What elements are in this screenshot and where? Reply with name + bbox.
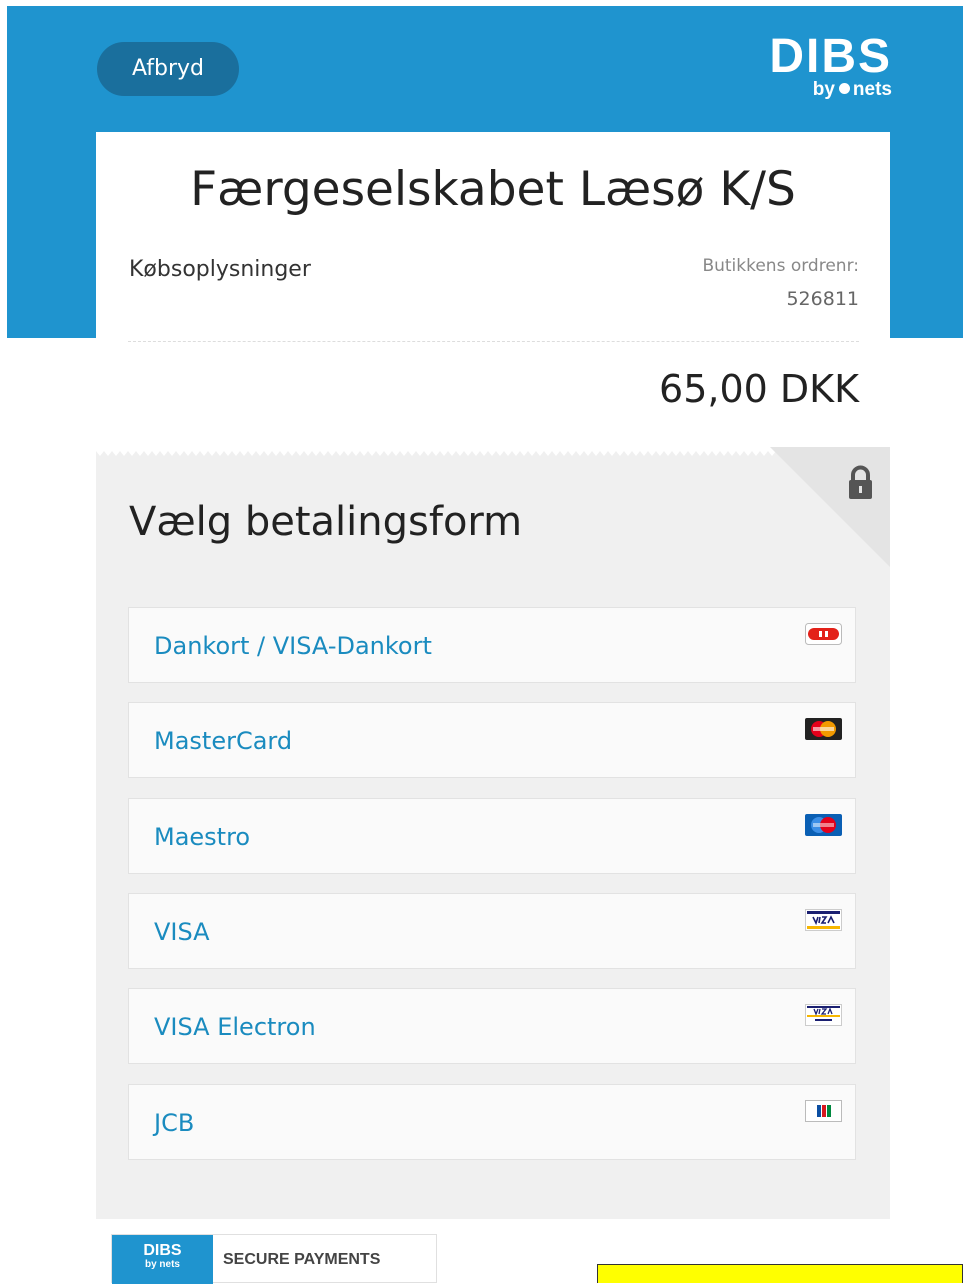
mastercard-logo-icon xyxy=(805,718,842,740)
nets-dot-icon xyxy=(838,83,850,94)
secure-payments-text: SECURE PAYMENTS xyxy=(223,1251,381,1268)
dibs-logo-nets: nets xyxy=(852,79,892,100)
dankort-logo-icon xyxy=(805,623,842,645)
payment-method-label: Dankort / VISA-Dankort xyxy=(154,632,432,660)
payment-method-visa-electron[interactable]: VISA Electron xyxy=(128,988,856,1064)
order-amount: 65,00 DKK xyxy=(659,367,859,411)
payment-section-title: Vælg betalingsform xyxy=(129,499,523,545)
payment-method-dankort[interactable]: Dankort / VISA-Dankort xyxy=(128,607,856,683)
merchant-name: Færgeselskabet Læsø K/S xyxy=(190,162,796,217)
lock-icon xyxy=(849,465,872,499)
footer-logo-text: DIBS xyxy=(143,1242,182,1259)
order-number: 526811 xyxy=(786,288,859,310)
dibs-logo-text: DIBS xyxy=(769,30,892,83)
payment-method-label: JCB xyxy=(154,1109,195,1137)
dibs-logo: DIBS by nets xyxy=(734,33,894,105)
payment-method-mastercard[interactable]: MasterCard xyxy=(128,702,856,778)
dibs-logo-by: by xyxy=(812,79,835,100)
visa-logo-icon xyxy=(805,909,842,931)
payment-method-maestro[interactable]: Maestro xyxy=(128,798,856,874)
jcb-logo-icon xyxy=(805,1100,842,1122)
footer-logo-subtitle: by nets xyxy=(144,1259,180,1270)
summary-divider xyxy=(128,341,859,342)
payment-method-visa[interactable]: VISA xyxy=(128,893,856,969)
order-number-label: Butikkens ordrenr: xyxy=(702,256,859,276)
payment-method-panel: Vælg betalingsform Dankort / VISA-Dankor… xyxy=(96,447,890,1219)
footer-dibs-logo: DIBS by nets xyxy=(112,1235,213,1284)
secure-payments-badge: DIBS by nets SECURE PAYMENTS xyxy=(111,1234,437,1284)
payment-method-label: VISA Electron xyxy=(154,1013,316,1041)
yellow-annotation-box xyxy=(597,1264,963,1283)
payment-method-label: VISA xyxy=(154,918,210,946)
payment-method-label: Maestro xyxy=(154,823,251,851)
payment-method-label: MasterCard xyxy=(154,727,293,755)
maestro-logo-icon xyxy=(805,814,842,836)
dibs-logo-subtitle: by nets xyxy=(813,79,892,101)
visa-electron-logo-icon xyxy=(805,1004,842,1026)
order-summary-card: Færgeselskabet Læsø K/S Købsoplysninger … xyxy=(96,132,890,447)
payment-method-jcb[interactable]: JCB xyxy=(128,1084,856,1160)
cancel-button[interactable]: Afbryd xyxy=(97,42,239,96)
purchase-info-label: Købsoplysninger xyxy=(129,257,311,282)
